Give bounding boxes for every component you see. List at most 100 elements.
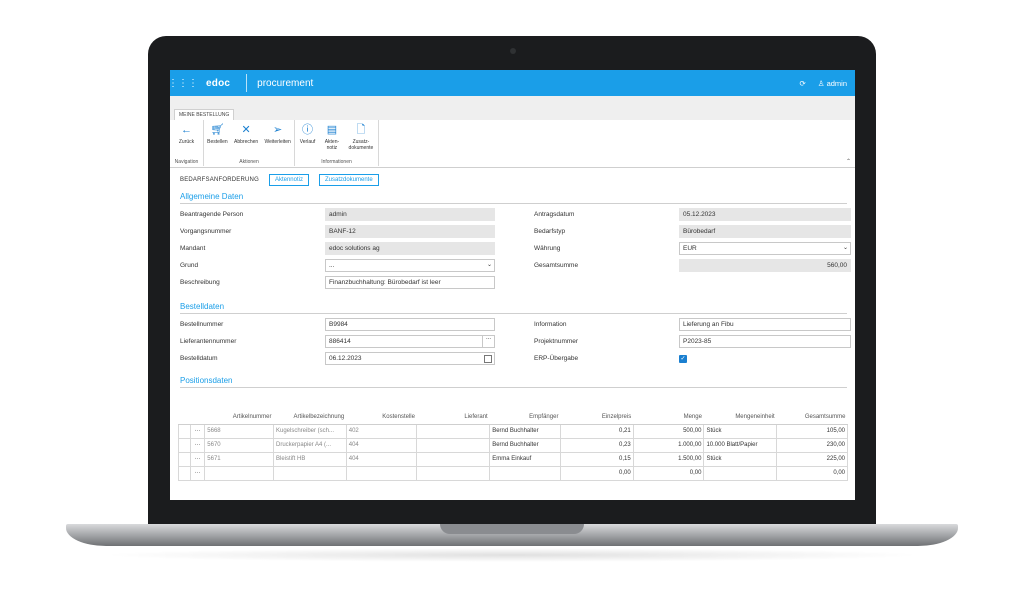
cell-menge[interactable]: 0,00: [632, 465, 705, 481]
cell-lieferant[interactable]: [416, 423, 491, 439]
bestelldatum-input[interactable]: 06.12.2023: [325, 352, 495, 365]
user-menu[interactable]: ♙ admin: [818, 79, 847, 88]
cancel-button[interactable]: ✕ Abbrechen: [232, 120, 260, 145]
grund-select[interactable]: ... ⌄: [325, 259, 495, 272]
note-button[interactable]: ▤ Akten-notiz: [323, 120, 341, 151]
col-menge[interactable]: Menge: [633, 410, 704, 425]
row-menu-icon[interactable]: ···: [190, 423, 206, 439]
cell-einzelpreis[interactable]: 0,00: [559, 465, 634, 481]
row-menu-icon[interactable]: ···: [190, 451, 206, 467]
aktennotiz-button[interactable]: Aktennotiz: [268, 174, 309, 186]
cell-gesamtsumme[interactable]: 105,00: [776, 423, 848, 439]
cell-kostenstelle[interactable]: 402: [345, 423, 418, 439]
col-artikelbezeichnung[interactable]: Artikelbezeichnung: [273, 410, 347, 425]
cell-artikelbezeichnung[interactable]: Kugelschreiber (sch...: [272, 423, 347, 439]
beschreibung-input[interactable]: Finanzbuchhaltung: Bürobedarf ist leer: [325, 276, 495, 289]
beantragende-person-label: Beantragende Person: [180, 211, 244, 218]
lieferantennummer-label: Lieferantennummer: [180, 338, 237, 345]
cell-empfaenger[interactable]: Emma Einkauf: [489, 451, 561, 467]
projektnummer-input[interactable]: P2023-85: [679, 335, 851, 348]
user-icon: ♙: [817, 78, 825, 88]
chevron-up-icon[interactable]: ⌃: [846, 158, 851, 165]
cell-empfaenger[interactable]: Bernd Buchhalter: [489, 423, 561, 439]
group-label-aktionen: Aktionen: [239, 159, 259, 165]
note-label: Akten-notiz: [325, 139, 339, 151]
main-content: BEDARFSANFORDERUNG Aktennotiz Zusatzdoku…: [170, 168, 855, 388]
cell-einzelpreis[interactable]: 0,23: [559, 437, 634, 453]
col-einzelpreis[interactable]: Einzelpreis: [560, 410, 634, 425]
cell-lieferant[interactable]: [416, 465, 491, 481]
lieferantennummer-input[interactable]: 886414...: [325, 335, 495, 348]
row-waehrung: Währung EUR ⌄: [534, 242, 851, 255]
col-lieferant[interactable]: Lieferant: [416, 410, 490, 425]
table-row[interactable]: ··· 0,00 0,00 0,00: [177, 465, 848, 481]
cell-empfaenger[interactable]: [489, 465, 561, 481]
row-menu-icon[interactable]: ···: [190, 437, 206, 453]
cell-lieferant[interactable]: [416, 437, 491, 453]
cell-einzelpreis[interactable]: 0,21: [559, 423, 634, 439]
cell-gesamtsumme[interactable]: 0,00: [776, 465, 848, 481]
grid-icon[interactable]: ⋮⋮⋮: [170, 78, 198, 89]
history-button[interactable]: ⓘ Verlauf: [298, 120, 318, 145]
table-row[interactable]: ··· 5671 Bleistift HB 404 Emma Einkauf 0,15 1.…: [177, 451, 848, 467]
cell-artikelnummer[interactable]: [204, 465, 274, 481]
cell-mengeneinheit[interactable]: [703, 465, 778, 481]
beschreibung-label: Beschreibung: [180, 279, 220, 286]
forward-button[interactable]: ➢ Weiterleiten: [263, 120, 293, 145]
order-button[interactable]: 🛒︎ Bestellen: [205, 120, 230, 145]
cell-menge[interactable]: 500,00: [632, 423, 705, 439]
zusatzdokumente-button[interactable]: Zusatzdokumente: [318, 174, 379, 186]
refresh-icon[interactable]: ⟳: [799, 79, 805, 88]
cell-mengeneinheit[interactable]: Stück: [703, 451, 778, 467]
cell-mengeneinheit[interactable]: 10.000 Blatt/Papier: [703, 437, 778, 453]
extra-docs-button[interactable]: 🗋︎ Zusatz-dokumente: [347, 120, 376, 151]
waehrung-select[interactable]: EUR ⌄: [679, 242, 851, 255]
cell-einzelpreis[interactable]: 0,15: [559, 451, 634, 467]
ribbon-group-aktionen: 🛒︎ Bestellen ✕ Abbrechen ➢ Weiterleiten …: [204, 120, 295, 166]
erp-checkbox[interactable]: ✓: [679, 354, 687, 363]
cell-mengeneinheit[interactable]: Stück: [703, 423, 778, 439]
table-row[interactable]: ··· 5670 Druckerpapier A4 (... 404 Bernd Buc…: [177, 437, 848, 453]
row-bedarfstyp: Bedarfstyp Bürobedarf: [534, 225, 851, 238]
bestellnummer-input[interactable]: B9984: [325, 318, 495, 331]
information-input[interactable]: Lieferung an Fibu: [679, 318, 851, 331]
row-select-cell[interactable]: [177, 465, 192, 481]
info-icon: ⓘ: [301, 124, 313, 136]
cell-kostenstelle[interactable]: [345, 465, 418, 481]
app-name: procurement: [257, 77, 314, 89]
vorgangsnummer-label: Vorgangsnummer: [180, 228, 232, 235]
cell-menge[interactable]: 1.000,00: [632, 437, 705, 453]
cell-empfaenger[interactable]: Bernd Buchhalter: [489, 437, 561, 453]
cell-kostenstelle[interactable]: 404: [345, 451, 418, 467]
cell-lieferant[interactable]: [416, 451, 491, 467]
table-row[interactable]: ··· 5668 Kugelschreiber (sch... 402 Bernd Bu…: [177, 423, 848, 439]
col-gesamtsumme[interactable]: Gesamtsumme: [776, 410, 848, 425]
ribbon-group-informationen: ⓘ Verlauf ▤ Akten-notiz 🗋︎ Zusatz-dokume…: [295, 120, 379, 166]
cell-artikelbezeichnung[interactable]: Druckerpapier A4 (...: [272, 437, 347, 453]
cell-artikelbezeichnung[interactable]: [272, 465, 347, 481]
cell-menge[interactable]: 1.500,00: [632, 451, 705, 467]
col-kostenstelle[interactable]: Kostenstelle: [346, 410, 417, 425]
cell-artikelnummer[interactable]: 5668: [204, 423, 274, 439]
grund-value: ...: [329, 262, 335, 269]
tab-meine-bestellung[interactable]: MEINE BESTELLUNG: [174, 109, 235, 120]
lookup-button[interactable]: ...: [482, 335, 494, 348]
col-mengeneinheit[interactable]: Mengeneinheit: [703, 410, 777, 425]
cell-gesamtsumme[interactable]: 225,00: [776, 451, 848, 467]
row-select-cell[interactable]: [177, 423, 192, 439]
row-menu-icon[interactable]: ···: [190, 465, 206, 481]
cell-artikelnummer[interactable]: 5671: [204, 451, 274, 467]
col-empfaenger[interactable]: Empfänger: [489, 410, 561, 425]
user-label: admin: [826, 78, 847, 88]
cell-artikelbezeichnung[interactable]: Bleistift HB: [272, 451, 347, 467]
cell-gesamtsumme[interactable]: 230,00: [776, 437, 848, 453]
cell-kostenstelle[interactable]: 404: [345, 437, 418, 453]
calendar-icon[interactable]: [484, 355, 492, 363]
back-button[interactable]: ← Zurück: [177, 120, 196, 145]
row-select-cell[interactable]: [177, 437, 192, 453]
col-artikelnummer[interactable]: Artikelnummer: [204, 410, 274, 425]
row-select-cell[interactable]: [177, 451, 192, 467]
group-label-navigation: Navigation: [174, 159, 199, 165]
row-gesamtsumme: Gesamtsumme 560,00: [534, 259, 851, 272]
cell-artikelnummer[interactable]: 5670: [204, 437, 274, 453]
